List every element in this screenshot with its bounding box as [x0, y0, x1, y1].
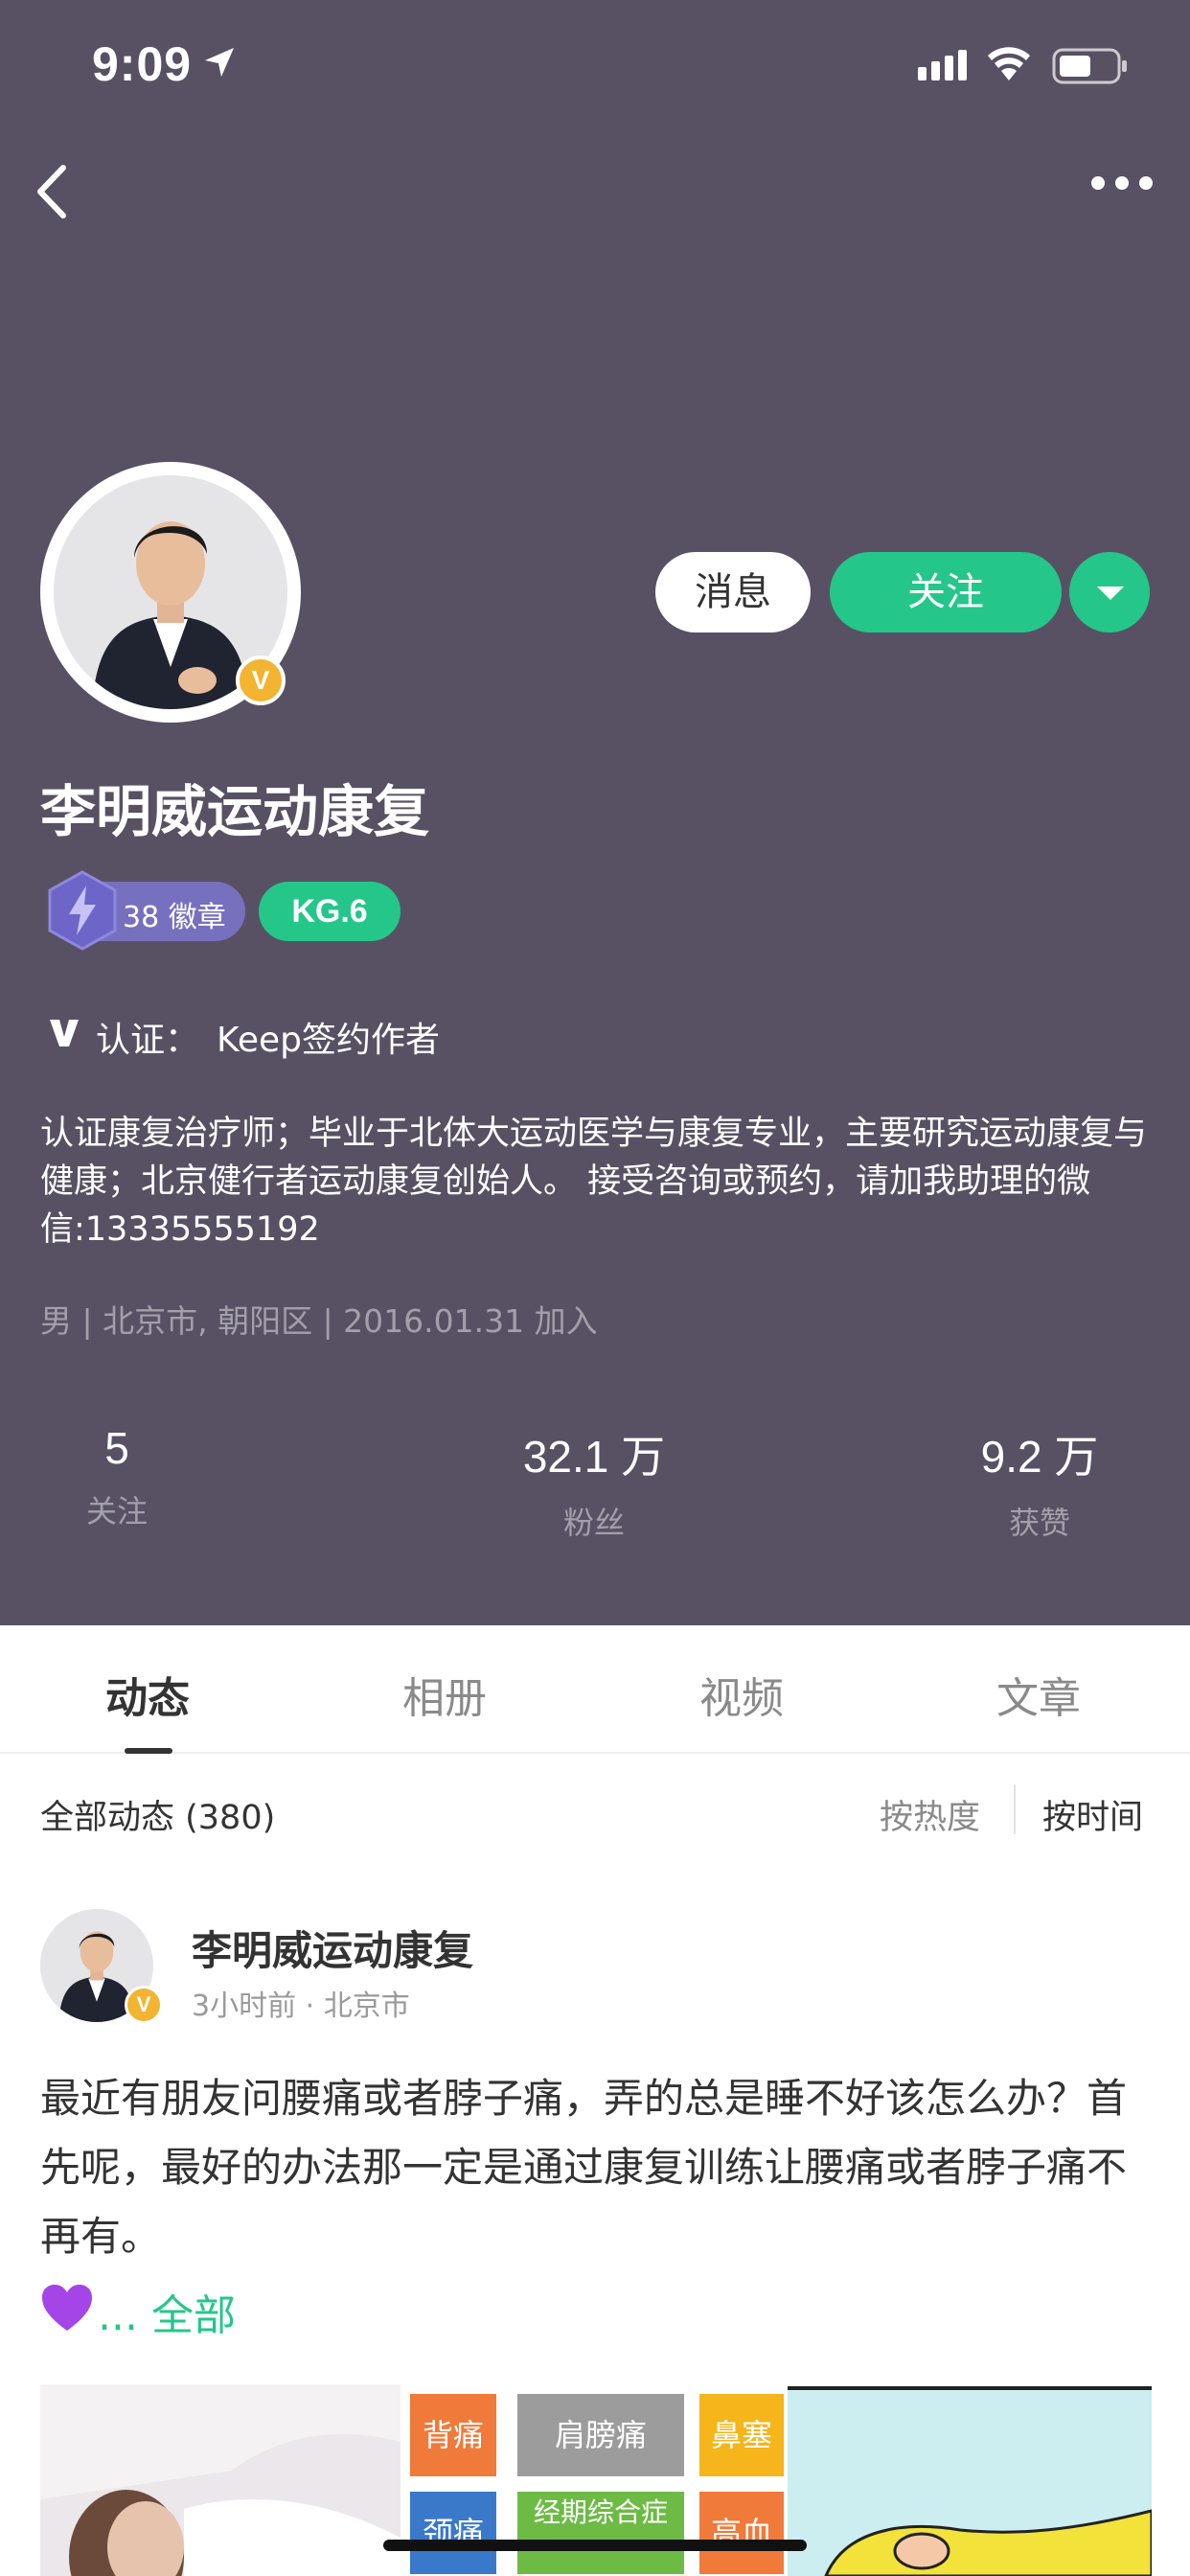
profile-name: 李明威运动康复 — [40, 779, 430, 844]
certification-label: 认证： — [96, 1021, 200, 1060]
stat-value: 32.1 万 — [522, 1432, 666, 1482]
grid-cell: 背痛 — [410, 2394, 496, 2476]
sort-by-hot-button[interactable]: 按热度 — [880, 1790, 980, 1839]
follow-button[interactable]: 关注 — [830, 552, 1062, 632]
more-options-button[interactable] — [1088, 169, 1156, 197]
post-meta: 3小时前 · 北京市 — [192, 1990, 410, 2023]
grid-cell: 高血压 — [699, 2492, 784, 2574]
post-image-1[interactable] — [40, 2384, 400, 2576]
sort-by-time-button[interactable]: 按时间 — [1042, 1790, 1143, 1839]
tab-video[interactable]: 视频 — [699, 1664, 784, 1725]
divider — [1014, 1784, 1016, 1834]
profile-meta: 男 | 北京市, 朝阳区 | 2016.01.31 加入 — [40, 1302, 598, 1340]
battery-icon — [1052, 48, 1127, 84]
expand-post-link[interactable]: ... 全部 — [98, 2281, 236, 2342]
verified-badge-icon: V — [236, 656, 286, 705]
sleeping-woman-image-icon — [40, 2384, 400, 2576]
feed-title: 全部动态 (380) — [40, 1799, 276, 1837]
post-author-name[interactable]: 李明威运动康复 — [192, 1919, 473, 1977]
stat-label: 获赞 — [1008, 1505, 1070, 1541]
active-tab-indicator — [125, 1748, 172, 1754]
exercise-illustration-icon — [788, 2386, 1152, 2576]
post-image-3[interactable] — [788, 2386, 1152, 2576]
back-button[interactable] — [29, 158, 77, 225]
follow-dropdown-button[interactable] — [1069, 552, 1150, 632]
stat-value: 9.2 万 — [980, 1432, 1099, 1482]
profile-tabs: 动态 相册 视频 文章 — [0, 1625, 1190, 1754]
badge-count: 38 徽章 — [123, 901, 226, 934]
caret-down-icon — [1097, 586, 1124, 600]
post-text[interactable]: 最近有朋友问腰痛或者脖子痛，弄的总是睡不好该怎么办？首先呢，最好的办法那一定是通… — [40, 2064, 1152, 2271]
level-badge[interactable]: KG.6 — [259, 882, 400, 941]
message-button[interactable]: 消息 — [655, 552, 811, 632]
certification: 认证： Keep签约作者 — [96, 1012, 440, 1062]
feed-filter-row: 全部动态 (380) 按热度 按时间 — [0, 1756, 1190, 1871]
certification-value: Keep签约作者 — [217, 1021, 440, 1060]
wifi-icon — [988, 47, 1030, 80]
status-time: 9:09 — [92, 37, 193, 91]
post-verified-badge-icon: V — [125, 1986, 163, 2024]
tab-album[interactable]: 相册 — [402, 1664, 487, 1725]
tab-feed[interactable]: 动态 — [105, 1664, 190, 1725]
profile-bio: 认证康复治疗师；毕业于北体大运动医学与康复专业，主要研究运动康复与健康；北京健行… — [40, 1115, 1148, 1249]
tab-articles[interactable]: 文章 — [996, 1664, 1081, 1725]
lightning-badge-icon — [48, 870, 117, 951]
keep-verified-icon — [50, 1020, 79, 1046]
cellular-signal-icon — [918, 50, 967, 80]
stat-likes[interactable]: 9.2 万 获赞 — [958, 1422, 1121, 1543]
profile-header: 9:09 V 消息 关注 李明威运动康复 38 徽章 KG.6 认证： Keep… — [0, 0, 1190, 1625]
stat-label: 粉丝 — [562, 1505, 625, 1541]
grid-cell: 经期综合症 — [517, 2492, 684, 2574]
grid-cell: 鼻塞 — [699, 2394, 784, 2476]
grid-cell: 肩膀痛 — [517, 2394, 684, 2476]
location-arrow-icon — [205, 48, 234, 77]
stat-following[interactable]: 5 关注 — [59, 1422, 174, 1531]
home-indicator — [383, 2540, 807, 2551]
purple-heart-icon — [42, 2285, 92, 2331]
stat-label: 关注 — [85, 1493, 148, 1530]
grid-cell: 颈痛 — [410, 2492, 496, 2574]
stat-fans[interactable]: 32.1 万 粉丝 — [498, 1422, 690, 1543]
stat-value: 5 — [104, 1423, 129, 1473]
